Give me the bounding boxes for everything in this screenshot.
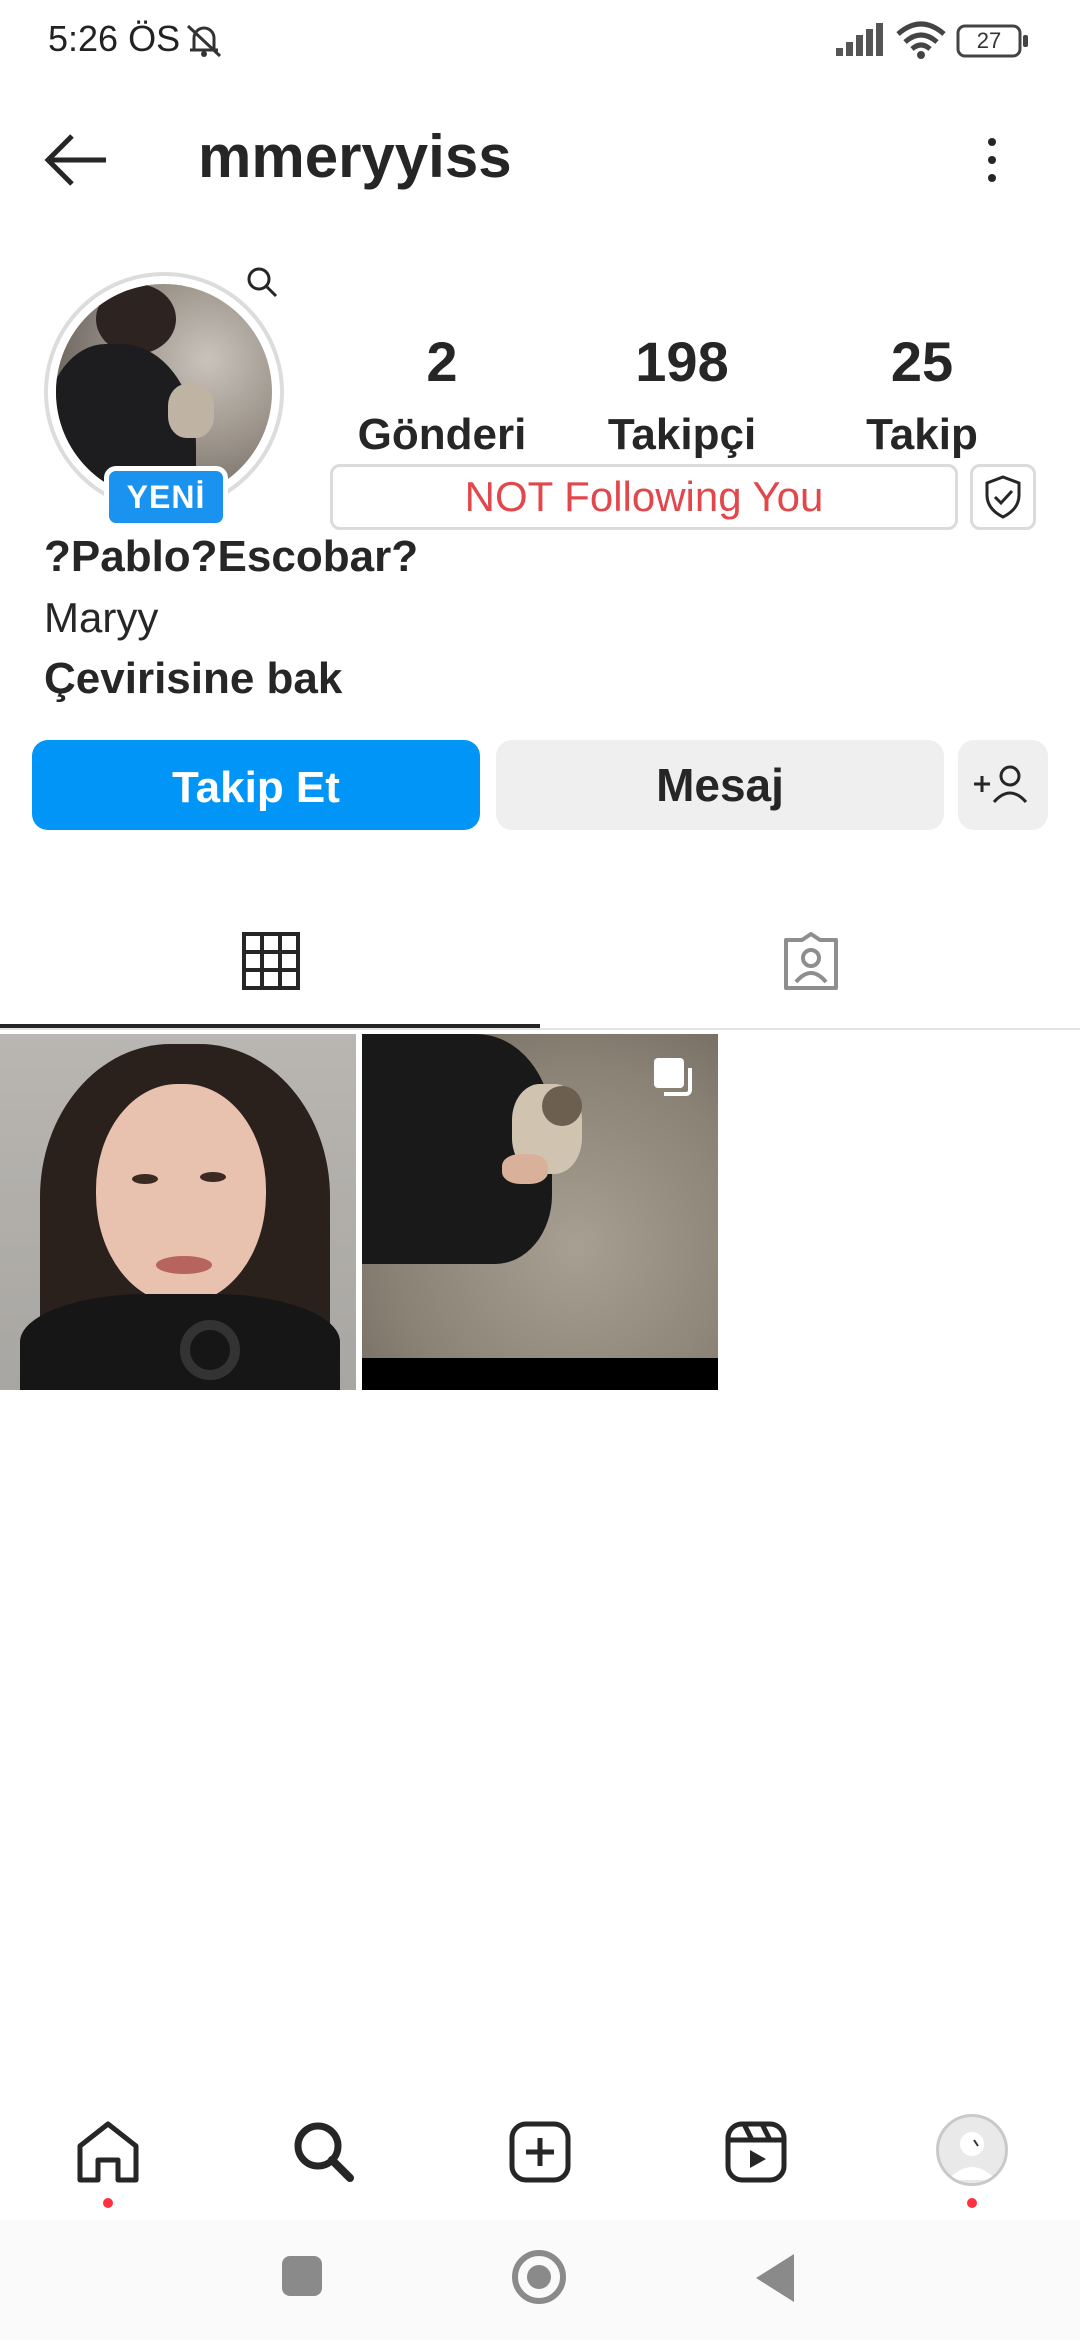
system-back-button[interactable] <box>756 2254 794 2302</box>
post-thumbnail-1[interactable] <box>0 1034 356 1390</box>
create-icon <box>509 2121 571 2183</box>
profile-header: mmeryyiss <box>0 100 1080 220</box>
not-following-label[interactable]: NOT Following You <box>330 464 958 530</box>
shield-check-icon <box>985 475 1021 519</box>
stat-followers-value: 198 <box>635 330 729 393</box>
nav-reels[interactable] <box>716 2112 796 2192</box>
nav-search[interactable] <box>284 2112 364 2192</box>
bottom-navigation <box>0 2090 1080 2220</box>
back-arrow-icon[interactable] <box>40 130 114 190</box>
profile-avatar-thumb <box>936 2114 1008 2186</box>
suggested-users-button[interactable] <box>958 740 1048 830</box>
status-time: 5:26 ÖS <box>48 18 181 59</box>
stat-posts-value: 2 <box>426 330 458 393</box>
grid-icon <box>242 932 300 990</box>
tab-tagged[interactable] <box>540 900 1080 1030</box>
more-vertical-icon[interactable] <box>976 130 1008 190</box>
stat-posts[interactable]: 2 Gönderi <box>332 330 552 460</box>
system-home-button[interactable] <box>512 2250 566 2304</box>
multiple-images-icon <box>654 1058 692 1096</box>
new-badge: YENİ <box>104 466 228 528</box>
see-translation-link[interactable]: Çevirisine bak <box>44 654 342 704</box>
follow-button[interactable]: Takip Et <box>32 740 480 830</box>
stat-posts-label: Gönderi <box>357 410 527 459</box>
profile-username: mmeryyiss <box>198 123 512 190</box>
message-button[interactable]: Mesaj <box>496 740 944 830</box>
home-icon <box>77 2121 139 2183</box>
notification-dot <box>967 2198 977 2208</box>
nav-profile[interactable] <box>932 2112 1012 2208</box>
post-thumbnail-2[interactable] <box>362 1034 718 1390</box>
recent-apps-button[interactable] <box>282 2256 322 2296</box>
tab-posts-grid[interactable] <box>0 900 540 1030</box>
stat-following[interactable]: 25 Takip <box>812 330 1032 460</box>
search-icon <box>294 2122 354 2182</box>
nav-create[interactable] <box>500 2112 580 2192</box>
profile-full-name: ?Pablo?Escobar? <box>44 532 419 581</box>
search-icon[interactable] <box>242 262 282 302</box>
tab-divider <box>0 1028 1080 1030</box>
notifications-off-icon <box>186 24 222 58</box>
tagged-person-icon <box>784 932 838 990</box>
system-navigation-bar <box>0 2220 1080 2340</box>
stat-followers-label: Takipçi <box>607 410 757 459</box>
battery-icon: 27 <box>956 24 1030 58</box>
notification-dot <box>103 2198 113 2208</box>
wifi-icon <box>896 21 946 59</box>
add-person-icon <box>974 765 1028 804</box>
signal-icon <box>836 23 883 56</box>
reels-icon <box>725 2121 787 2183</box>
battery-level: 27 <box>976 28 1002 53</box>
stat-following-label: Takip <box>866 410 978 459</box>
nav-home[interactable] <box>68 2112 148 2208</box>
profile-bio: Maryy <box>44 594 159 641</box>
shield-check-button[interactable] <box>970 464 1036 530</box>
stat-following-value: 25 <box>890 330 954 393</box>
stat-followers[interactable]: 198 Takipçi <box>572 330 792 460</box>
status-bar: 5:26 ÖS 27 <box>0 0 1080 80</box>
